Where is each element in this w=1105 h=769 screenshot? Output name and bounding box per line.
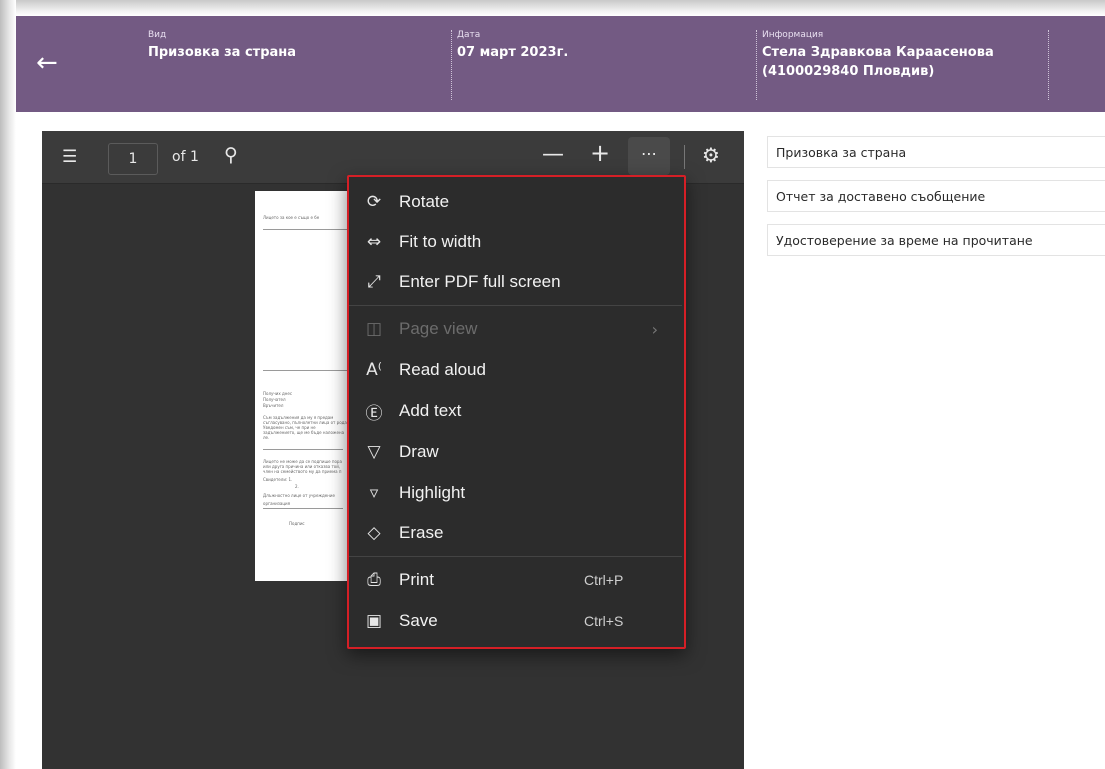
add-text-icon: Ⓔ: [365, 403, 383, 424]
menu-item-highlight[interactable]: ▿ Highlight: [349, 473, 684, 513]
page-text-line: ле.: [263, 435, 270, 440]
back-arrow-icon[interactable]: ←: [36, 50, 58, 76]
page-rule: [263, 449, 343, 450]
more-horizontal-icon[interactable]: ⋯: [628, 137, 670, 175]
menu-item-label: Enter PDF full screen: [399, 272, 561, 291]
page-text-line: Свидетели: 1.: [263, 477, 293, 482]
menu-item-label: Erase: [399, 523, 444, 542]
document-list-item[interactable]: Призовка за страна: [767, 136, 1105, 168]
header-info-value: Стела Здравкова Караасенова (4100029840 …: [762, 45, 994, 79]
draw-icon: ▽: [367, 442, 381, 462]
search-icon[interactable]: ⚲: [224, 145, 238, 165]
highlight-icon: ▿: [369, 483, 379, 503]
shortcut-label: Ctrl+S: [584, 613, 624, 629]
page-text-line: Получих днес: [263, 391, 293, 396]
header-date-value: 07 март 2023г.: [457, 45, 569, 60]
page-number-input[interactable]: 1: [108, 143, 158, 175]
menu-item-label: Fit to width: [399, 232, 482, 251]
save-icon: ▣: [365, 611, 383, 631]
menu-item-full-screen[interactable]: ⤢ Enter PDF full screen: [349, 262, 684, 302]
page-rule: [263, 508, 343, 509]
menu-item-label: Save: [399, 611, 438, 630]
menu-item-label: Page view: [399, 319, 478, 338]
menu-divider: [349, 305, 682, 306]
header-date-label: Дата: [457, 30, 481, 40]
page-text-line: Връчител: [263, 403, 284, 408]
header-type: Вид Призовка за страна: [148, 30, 296, 62]
page-count: of 1: [172, 149, 199, 165]
document-header: ← Вид Призовка за страна Дата 07 март 20…: [16, 16, 1105, 112]
toolbar-divider: [684, 145, 685, 169]
menu-item-add-text[interactable]: Ⓔ Add text: [349, 391, 684, 431]
page-text-line: Длъжностно лице от учреждение: [263, 493, 335, 498]
menu-item-label: Rotate: [399, 192, 450, 211]
shortcut-label: Ctrl+P: [584, 572, 624, 588]
header-info-label: Информация: [762, 30, 824, 40]
document-list-item[interactable]: Удостоверение за време на прочитане: [767, 224, 1105, 256]
header-info: Информация Стела Здравкова Караасенова (…: [756, 30, 1052, 100]
header-type-value: Призовка за страна: [148, 45, 297, 60]
frame-shadow-top: [0, 0, 1105, 16]
menu-item-label: Print: [399, 570, 434, 589]
menu-item-label: Draw: [399, 442, 439, 461]
document-list-item[interactable]: Отчет за доставено съобщение: [767, 180, 1105, 212]
gear-icon[interactable]: ⚙: [702, 145, 720, 165]
menu-item-page-view: ◫ Page view ›: [349, 309, 684, 349]
page-text-line: член на семейството му да приема п: [263, 469, 342, 474]
header-type-label: Вид: [148, 30, 167, 40]
minus-icon[interactable]: —: [542, 144, 564, 166]
menu-item-erase[interactable]: ◇ Erase: [349, 513, 684, 553]
page-text-line: Лицето за кое е също е бе: [263, 215, 320, 220]
menu-item-fit-to-width[interactable]: ⇔ Fit to width: [349, 222, 684, 262]
menu-item-print[interactable]: ⎙ Print Ctrl+P: [349, 560, 684, 600]
page-text-line: 2.: [295, 484, 299, 489]
eraser-icon: ◇: [367, 523, 381, 543]
menu-item-read-aloud[interactable]: A⁽ Read aloud: [349, 350, 684, 390]
rotate-icon: ⟳: [366, 192, 382, 212]
menu-item-label: Read aloud: [399, 360, 486, 379]
header-divider: [1048, 30, 1049, 100]
plus-icon[interactable]: +: [590, 141, 610, 165]
more-options-menu: ⟳ Rotate ⇔ Fit to width ⤢ Enter PDF full…: [347, 175, 686, 649]
frame-shadow-left: [0, 0, 16, 769]
list-icon[interactable]: ☰: [62, 147, 77, 167]
print-icon: ⎙: [367, 570, 381, 590]
read-aloud-icon: A⁽: [366, 360, 382, 380]
page-view-icon: ◫: [365, 319, 383, 339]
header-date: Дата 07 март 2023г.: [451, 30, 568, 100]
menu-item-save[interactable]: ▣ Save Ctrl+S: [349, 601, 684, 641]
menu-item-label: Add text: [399, 401, 462, 420]
menu-item-label: Highlight: [399, 483, 466, 502]
menu-divider: [349, 556, 682, 557]
page-text-line: организация: [263, 501, 291, 506]
expand-icon: ⤢: [367, 272, 381, 292]
menu-item-draw[interactable]: ▽ Draw: [349, 432, 684, 472]
page-text-line: задължението, ще ме бъде наложена: [263, 430, 345, 435]
chevron-right-icon: ›: [651, 319, 658, 339]
fit-width-icon: ⇔: [366, 232, 382, 252]
page-text-line: Подпис: [289, 521, 305, 526]
menu-item-rotate[interactable]: ⟳ Rotate: [349, 182, 684, 222]
page-text-line: Получател: [263, 397, 286, 402]
